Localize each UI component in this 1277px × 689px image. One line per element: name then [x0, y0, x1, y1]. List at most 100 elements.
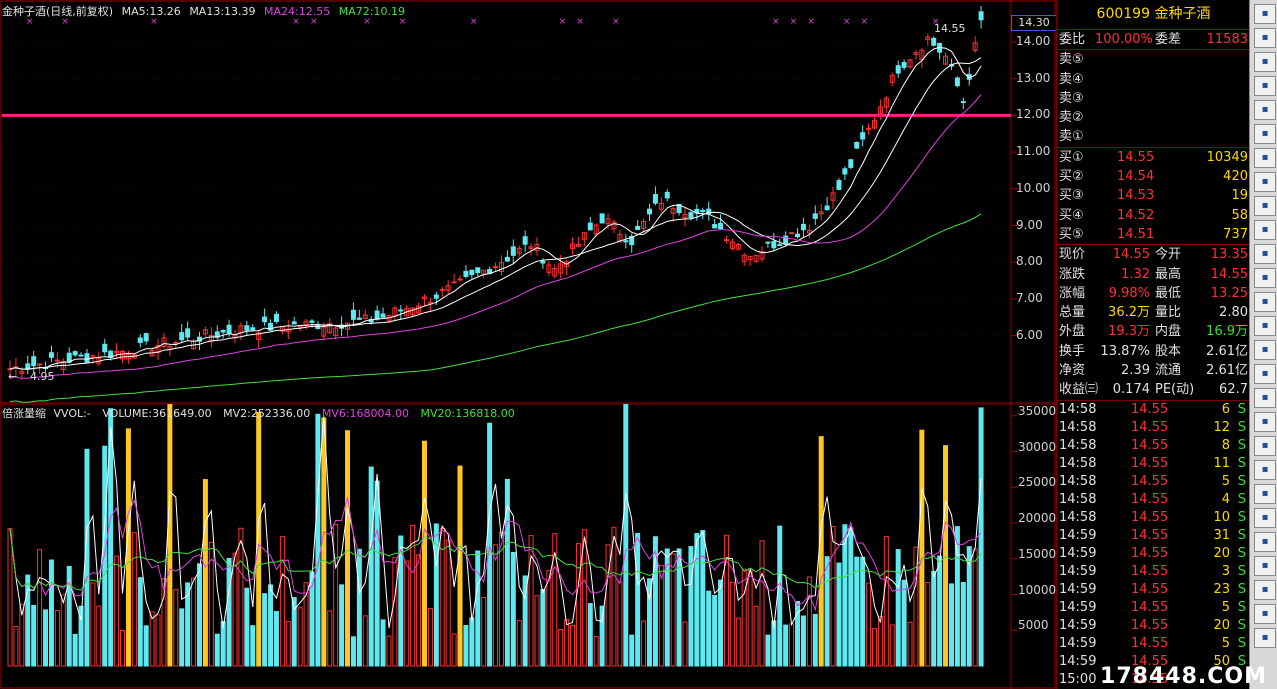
volume-bar — [268, 584, 274, 667]
tick-time: 14:58 — [1059, 491, 1097, 507]
arrow-up-icon[interactable]: ▪ — [1254, 364, 1276, 384]
book-icon[interactable]: ▪ — [1254, 196, 1276, 216]
stat-value: 13.25 — [1210, 285, 1248, 301]
signal-marker: × — [843, 17, 851, 27]
candle-body — [185, 328, 191, 338]
volume-bar — [818, 436, 824, 667]
calc-icon[interactable]: ▪ — [1254, 148, 1276, 168]
volume-axis-label: 10000 — [1018, 582, 1057, 597]
tick-volume: 31 — [1213, 527, 1230, 543]
weibi-value: 100.00% — [1095, 32, 1153, 47]
buy-row: 买① 14.55 10349 — [1057, 148, 1250, 167]
buy-row: 买② 14.54 420 — [1057, 167, 1250, 186]
watermark: 178448.COM — [1100, 664, 1267, 689]
tick-time: 14:59 — [1059, 617, 1097, 633]
volume-chart[interactable] — [0, 404, 1056, 689]
settings-icon[interactable]: ▪ — [1254, 460, 1276, 480]
candle-body — [398, 309, 404, 312]
tick-price: 14.55 — [1131, 473, 1169, 489]
price-axis-label: 12.00 — [1016, 107, 1051, 122]
candle-body — [309, 320, 315, 323]
signal-marker: × — [861, 17, 869, 27]
info-icon[interactable]: ▪ — [1254, 52, 1276, 72]
candle-body — [380, 313, 386, 318]
up-icon[interactable]: ▪ — [1254, 508, 1276, 528]
tick-list[interactable]: 14:58 14.55 6 S 14:58 14.55 12 S 14:58 14.55 8 S 14:… — [1057, 401, 1250, 689]
chart-icon[interactable]: ▪ — [1254, 4, 1276, 24]
down-icon[interactable]: ▪ — [1254, 532, 1276, 552]
stat-value: 13.87% — [1100, 343, 1150, 359]
volume-bar — [516, 620, 522, 667]
f10-icon[interactable]: ▪ — [1254, 100, 1276, 120]
candle-body — [244, 325, 250, 331]
grid-icon[interactable]: ▪ — [1254, 76, 1276, 96]
pen-icon[interactable]: ▪ — [1254, 436, 1276, 456]
stat-value: 62.7 — [1219, 382, 1248, 398]
mark-icon[interactable]: ▪ — [1254, 580, 1276, 600]
volume-bar — [889, 624, 895, 667]
volume-bar — [232, 552, 238, 667]
cross-icon[interactable]: ▪ — [1254, 412, 1276, 432]
candle-body — [860, 132, 866, 140]
buy-qty: 420 — [1223, 169, 1248, 185]
ma-legend: 金种子酒(日线,前复权) MA5:13.26 MA13:13.39 MA24:1… — [2, 3, 410, 19]
candle-body — [220, 329, 226, 333]
stat-row: 总量 36.2万 量比 2.80 — [1057, 303, 1250, 322]
news-icon[interactable]: ▪ — [1254, 172, 1276, 192]
sell-row: 卖① — [1057, 127, 1250, 146]
stat-label: 涨幅 — [1059, 285, 1086, 301]
tick-time: 14:58 — [1059, 437, 1097, 453]
tick-volume: 5 — [1221, 635, 1230, 651]
tick-price: 14.55 — [1131, 563, 1169, 579]
volume-bar — [972, 548, 978, 667]
sell-label: 卖⑤ — [1059, 52, 1084, 68]
table-icon[interactable]: ▪ — [1254, 292, 1276, 312]
volume-bar — [404, 560, 410, 667]
volume-bar — [546, 570, 552, 667]
volume-bar — [718, 579, 724, 667]
eye-icon[interactable]: ▪ — [1254, 604, 1276, 624]
signal-marker: × — [612, 17, 620, 27]
stat-label: 换手 — [1059, 343, 1086, 359]
volume-bar — [570, 624, 576, 667]
stat-value: 13.35 — [1210, 247, 1248, 263]
volume-bar — [871, 628, 877, 667]
volume-bar — [747, 569, 753, 667]
buy-price: 14.54 — [1117, 169, 1155, 185]
kline-chart[interactable]: × × × × × × × × × × × × × × × × × — [0, 0, 1056, 404]
volume-bar — [250, 625, 256, 667]
volume-bar — [31, 604, 37, 667]
candle-body — [291, 321, 297, 325]
candle-body — [824, 205, 830, 211]
buy-row: 买④ 14.52 58 — [1057, 206, 1250, 225]
stat-label: 外盘 — [1059, 324, 1086, 340]
volume-bar — [244, 587, 250, 667]
volume-bar — [723, 534, 729, 667]
trend-icon[interactable]: ▪ — [1254, 28, 1276, 48]
tick-row: 14:59 14.55 23 S — [1057, 581, 1250, 599]
chart2-icon[interactable]: ▪ — [1254, 244, 1276, 264]
volume-bar — [350, 636, 356, 667]
tick-price: 14.55 — [1131, 635, 1169, 651]
signal-marker: × — [470, 17, 478, 27]
move-icon[interactable]: ▪ — [1254, 556, 1276, 576]
candle-body — [978, 11, 984, 21]
bbs-icon[interactable]: ▪ — [1254, 268, 1276, 288]
buy-price: 14.52 — [1117, 207, 1155, 223]
volume-bar — [445, 539, 451, 667]
candle-body — [771, 241, 777, 249]
zoom-icon[interactable]: ▪ — [1254, 340, 1276, 360]
brush-icon[interactable]: ▪ — [1254, 316, 1276, 336]
help-icon[interactable]: ▪ — [1254, 484, 1276, 504]
lock-icon[interactable]: ▪ — [1254, 628, 1276, 648]
candle-body — [954, 77, 960, 87]
candle-body — [25, 363, 31, 370]
flag-icon[interactable]: ▪ — [1254, 220, 1276, 240]
volume-bar — [421, 440, 427, 667]
tick-row: 14:59 14.55 3 S — [1057, 563, 1250, 581]
signal-marker: × — [559, 17, 567, 27]
buy-price: 14.51 — [1117, 226, 1155, 242]
arrow-down-icon[interactable]: ▪ — [1254, 388, 1276, 408]
list-icon[interactable]: ▪ — [1254, 124, 1276, 144]
tick-side: S — [1237, 401, 1246, 417]
